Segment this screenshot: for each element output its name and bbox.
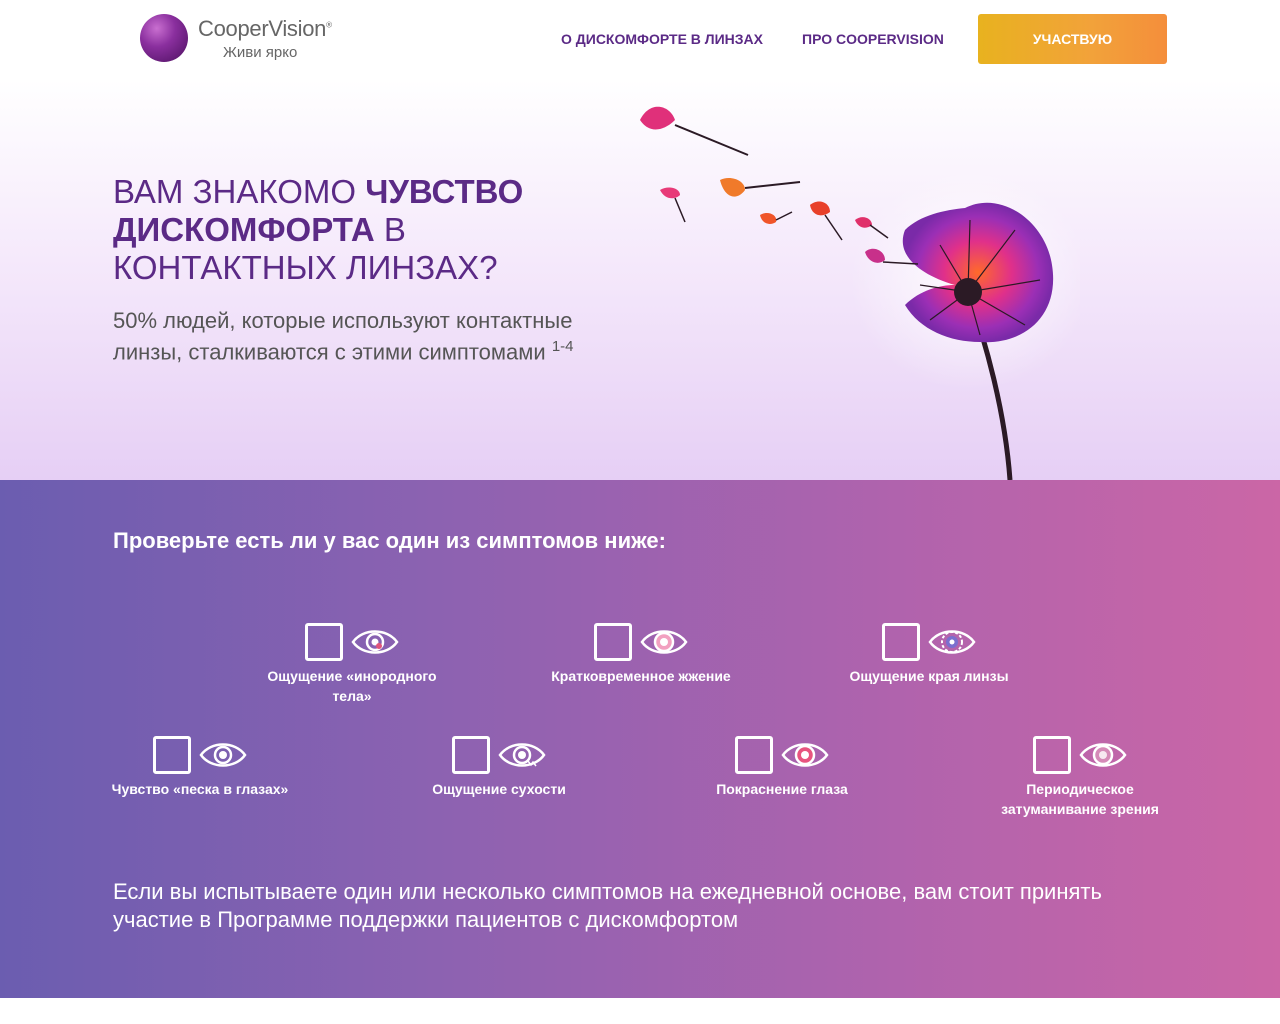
symptom-label: Чувство «песка в глазах»	[111, 781, 289, 797]
symptoms-heading: Проверьте есть ли у вас один из симптомо…	[113, 528, 666, 553]
nav-link-discomfort[interactable]: О ДИСКОМФОРТЕ В ЛИНЗАХ	[561, 31, 763, 47]
eye-foreign-body-icon	[351, 630, 399, 654]
symptom-label: Ощущение края линзы	[849, 668, 1009, 684]
eye-redness-icon	[781, 743, 829, 767]
symptoms-footer-text: Если вы испытываете один или несколько с…	[113, 879, 1102, 932]
symptom-foreign-body[interactable]: Ощущение «инородного тела»	[252, 622, 452, 706]
symptom-redness[interactable]: Покраснение глаза	[682, 735, 882, 799]
symptom-checkbox[interactable]	[305, 623, 343, 661]
logo-sphere-icon	[140, 14, 188, 62]
logo-registered-mark: ®	[326, 20, 332, 30]
eye-blurred-icon	[1079, 743, 1127, 767]
hero-subtitle: 50% людей, которые используют контактные…	[113, 308, 593, 365]
symptom-label: Ощущение сухости	[432, 781, 566, 797]
eye-burning-icon	[640, 630, 688, 654]
symptom-lens-edge[interactable]: Ощущение края линзы	[829, 622, 1029, 686]
symptom-checkbox[interactable]	[153, 736, 191, 774]
symptom-checkbox[interactable]	[452, 736, 490, 774]
symptom-dryness[interactable]: Ощущение сухости	[399, 735, 599, 799]
hero-subtitle-reference: 1-4	[551, 338, 574, 355]
symptom-blurred-vision[interactable]: Периодическое затуманивание зрения	[980, 735, 1180, 819]
symptom-burning[interactable]: Кратковременное жжение	[541, 622, 741, 686]
hero-subtitle-text: 50% людей, которые используют контактные…	[113, 308, 573, 365]
eye-lens-edge-icon	[928, 630, 976, 654]
symptoms-section: Проверьте есть ли у вас один из симптомо…	[0, 480, 1280, 998]
eye-sand-icon	[199, 743, 247, 767]
coopervision-logo[interactable]: CooperVision® Живи ярко	[140, 14, 340, 66]
hero-title: ВАМ ЗНАКОМО ЧУВСТВО ДИСКОМФОРТА В КОНТАК…	[113, 173, 583, 287]
participate-button[interactable]: УЧАСТВУЮ	[978, 14, 1167, 64]
header: CooperVision® Живи ярко О ДИСКОМФОРТЕ В …	[0, 0, 1280, 80]
dandelion-illustration	[640, 106, 1080, 480]
logo-tagline: Живи ярко	[223, 44, 298, 61]
nav-link-about-coopervision[interactable]: ПРО COOPERVISION	[802, 31, 944, 47]
hero-title-part1: ВАМ ЗНАКОМО	[113, 173, 366, 210]
symptom-sand[interactable]: Чувство «песка в глазах»	[100, 735, 300, 799]
symptom-label: Периодическое затуманивание зрения	[1001, 781, 1159, 817]
hero-section: ВАМ ЗНАКОМО ЧУВСТВО ДИСКОМФОРТА В КОНТАК…	[0, 80, 1280, 480]
page-bottom-strip	[0, 998, 1280, 1024]
symptom-label: Кратковременное жжение	[551, 668, 731, 684]
symptom-checkbox[interactable]	[735, 736, 773, 774]
symptom-checkbox[interactable]	[594, 623, 632, 661]
logo-name: CooperVision	[198, 16, 327, 41]
symptom-label: Ощущение «инородного тела»	[267, 668, 437, 704]
eye-dryness-icon	[498, 743, 546, 767]
symptom-checkbox[interactable]	[882, 623, 920, 661]
symptom-label: Покраснение глаза	[716, 781, 848, 797]
symptom-checkbox[interactable]	[1033, 736, 1071, 774]
